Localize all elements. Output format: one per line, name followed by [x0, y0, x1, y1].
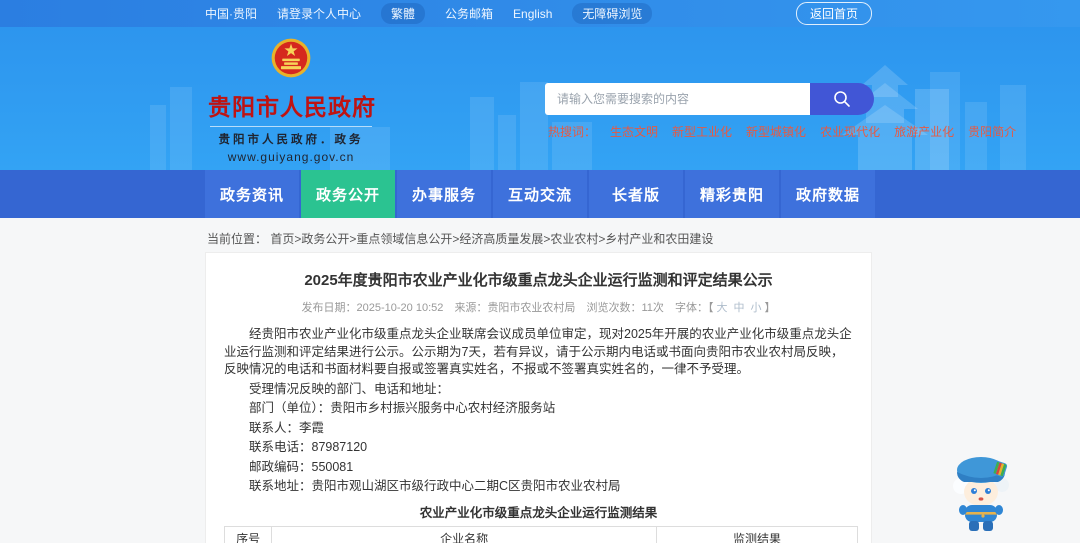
site-subtitle: 贵阳市人民政府．政务	[218, 134, 364, 146]
guiyang-gov-page: 中国·贵阳 请登录个人中心 繁體 公务邮箱 English 无障碍浏览 返回首页	[0, 0, 1080, 543]
nav-tab[interactable]: 政务公开	[301, 170, 395, 218]
nav-tab[interactable]: 政府数据	[781, 170, 875, 218]
mascot-icon	[953, 457, 1009, 531]
nav-tab[interactable]: 互动交流	[493, 170, 587, 218]
font-bracket-close: 】	[764, 302, 776, 314]
topbar-menu-item[interactable]: 繁體	[381, 3, 426, 24]
font-size-options: 大中小	[713, 302, 764, 314]
table-title: 农业产业化市级重点龙头企业运行监测结果	[419, 505, 658, 520]
search-button[interactable]	[810, 83, 874, 115]
hot-search-word[interactable]: 旅游产业化	[894, 123, 954, 140]
search-icon	[834, 91, 850, 107]
return-home-button[interactable]: 返回首页	[795, 2, 872, 25]
hot-search-word[interactable]: 农业现代化	[820, 123, 880, 140]
topbar-menu: 中国·贵阳 请登录个人中心 繁體 公务邮箱 English 无障碍浏览	[205, 3, 872, 24]
search-box	[545, 83, 874, 115]
hot-search-word[interactable]: 生态文明	[610, 123, 658, 140]
views-label: 浏览次数：	[586, 302, 642, 314]
monitor-result-table: 序号企业名称监测结果 1贵州合力超市采购有限公司合格2贵州友禾种业有限公司合格3…	[223, 525, 858, 543]
topbar-menu-item[interactable]: 中国·贵阳	[205, 5, 257, 22]
article-title: 2025年度贵阳市农业产业化市级重点龙头企业运行监测和评定结果公示	[304, 272, 773, 289]
nav-tab[interactable]: 政务资讯	[205, 170, 299, 218]
font-size-option[interactable]: 小	[750, 302, 761, 314]
topbar-menu-item[interactable]: 请登录个人中心	[277, 5, 361, 22]
article-paragraph: 经贵阳市农业产业化市级重点龙头企业联席会议成员单位审定，现对2025年开展的农业…	[224, 327, 852, 376]
mascot-character[interactable]	[950, 452, 1016, 539]
publish-date: 2025-10-20 10:52	[356, 302, 444, 314]
article-paragraph: 联系地址：贵阳市观山湖区市级行政中心二期C区贵阳市农业农村局	[249, 479, 621, 493]
hot-search-word[interactable]: 贵阳简介	[968, 123, 1016, 140]
topbar-menu-item[interactable]: English	[513, 7, 552, 21]
article-paragraph: 部门（单位）：贵阳市乡村振兴服务中心农村经济服务站	[249, 401, 556, 415]
source-value: 贵阳市农业农村局	[487, 302, 576, 314]
article-paragraph: 联系电话：87987120	[249, 440, 368, 454]
search-input[interactable]	[545, 83, 810, 115]
site-logo[interactable]: 贵阳市人民政府 贵阳市人民政府．政务 www.guiyang.gov.cn	[208, 37, 376, 164]
topbar-menu-item[interactable]: 无障碍浏览	[572, 3, 653, 24]
national-emblem-icon	[271, 38, 311, 78]
site-title: 贵阳市人民政府	[208, 94, 376, 121]
font-size-option[interactable]: 中	[733, 302, 744, 314]
font-size-label: 字体：	[674, 302, 708, 314]
site-url: www.guiyang.gov.cn	[227, 150, 355, 164]
table-header-row: 序号 企业名称 监测结果	[223, 525, 858, 543]
publish-date-label: 发布日期：	[301, 302, 357, 314]
nav-tab[interactable]: 长者版	[589, 170, 683, 218]
article-paragraph: 邮政编码：550081	[249, 459, 354, 474]
font-size-option[interactable]: 大	[716, 302, 727, 314]
article-card: 2025年度贵阳市农业产业化市级重点龙头企业运行监测和评定结果公示 发布日期：2…	[205, 252, 872, 543]
hot-search-bar: 热搜词： 生态文明 新型工业化 新型城镇化 农业现代化 旅游产业化 贵阳简介	[548, 123, 1016, 140]
table-header-cell: 监测结果	[656, 525, 858, 543]
source-label: 来源：	[454, 302, 488, 314]
breadcrumb-path[interactable]: 首页>政务公开>重点领域信息公开>经济高质量发展>农业农村>乡村产业和农田建设	[270, 232, 713, 246]
main-nav: 政务资讯 政务公开 办事服务 互动交流 长者版 精彩贵阳 政府数据	[0, 170, 1080, 218]
hot-search-word[interactable]: 新型城镇化	[746, 123, 806, 140]
breadcrumb: 当前位置： 首页>政务公开>重点领域信息公开>经济高质量发展>农业农村>乡村产业…	[207, 230, 713, 247]
article-body: 经贵阳市农业产业化市级重点龙头企业联席会议成员单位审定，现对2025年开展的农业…	[224, 326, 853, 496]
nav-tab[interactable]: 精彩贵阳	[685, 170, 779, 218]
article-meta: 发布日期：2025-10-20 10:52 来源：贵阳市农业农村局 浏览次数：1…	[224, 299, 853, 315]
nav-tab[interactable]: 办事服务	[397, 170, 491, 218]
article-paragraph: 联系人：李霞	[249, 420, 325, 435]
table-header-cell: 序号	[223, 525, 273, 543]
site-banner: 贵阳市人民政府 贵阳市人民政府．政务 www.guiyang.gov.cn 热搜…	[0, 27, 1080, 170]
article-paragraph: 受理情况反映的部门、电话和地址：	[249, 381, 450, 396]
breadcrumb-label: 当前位置：	[207, 232, 268, 246]
table-header-cell: 企业名称	[271, 525, 658, 543]
topbar-menu-item[interactable]: 公务邮箱	[445, 5, 493, 22]
views-value: 11次	[641, 302, 664, 314]
city-skyline-decor	[150, 65, 1026, 170]
top-utility-bar: 中国·贵阳 请登录个人中心 繁體 公务邮箱 English 无障碍浏览 返回首页	[0, 0, 1080, 27]
logo-divider	[210, 126, 372, 127]
hot-search-word[interactable]: 新型工业化	[672, 123, 732, 140]
hot-search-label: 热搜词：	[548, 125, 597, 139]
main-nav-tabs: 政务资讯 政务公开 办事服务 互动交流 长者版 精彩贵阳 政府数据	[205, 170, 875, 218]
